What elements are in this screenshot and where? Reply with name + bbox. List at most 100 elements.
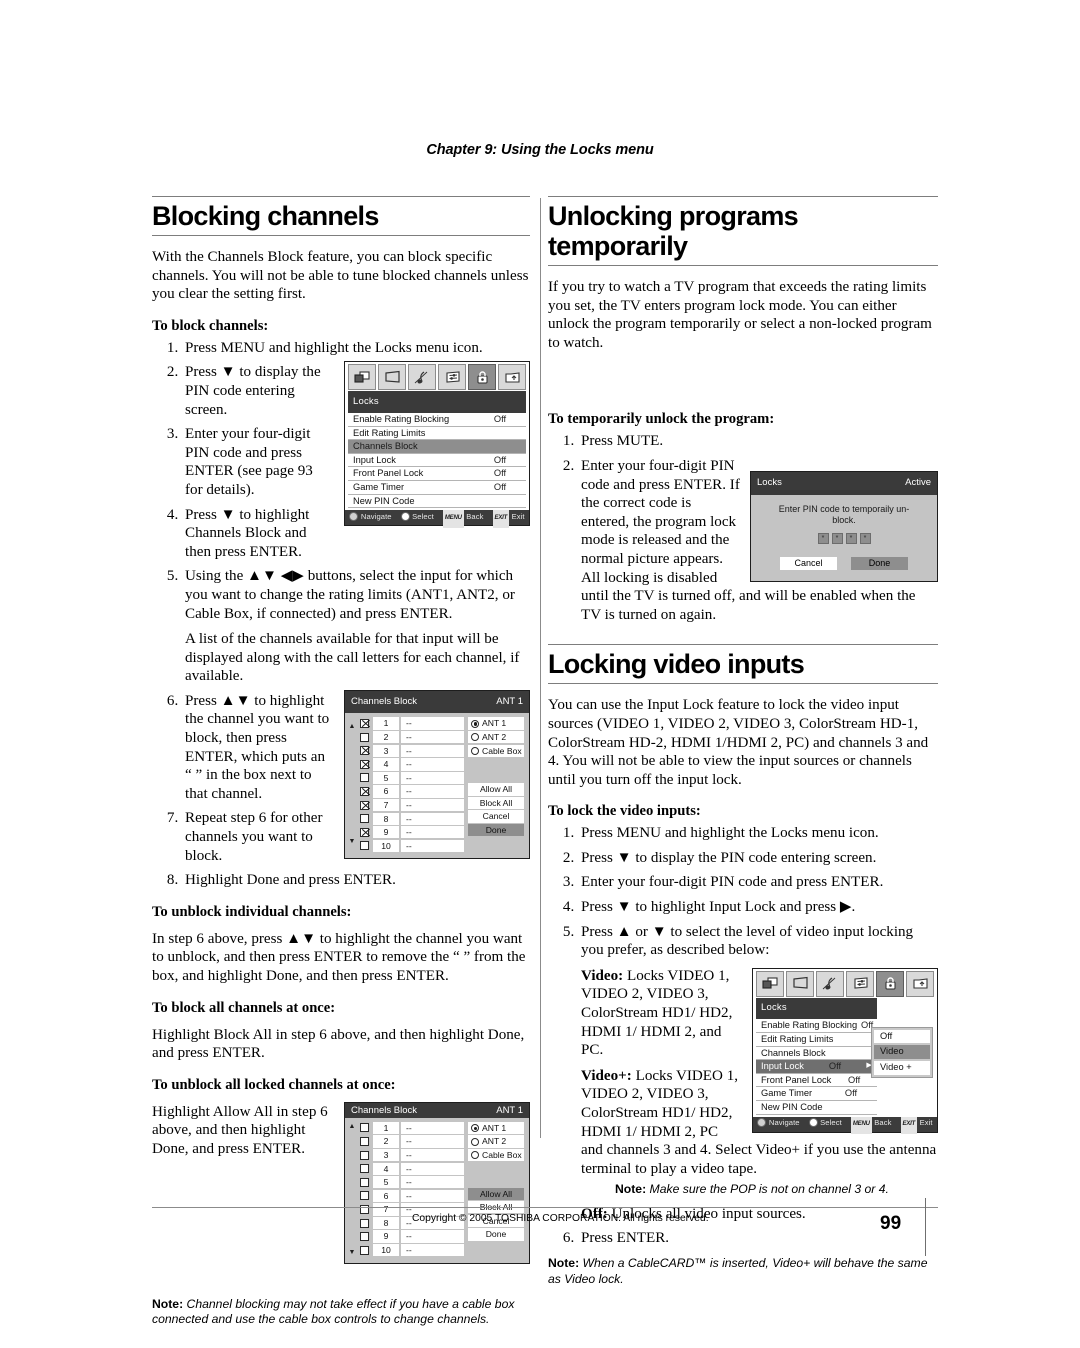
channel-call: -- [401,771,464,785]
table-row[interactable]: 6 -- [360,785,464,798]
table-row[interactable]: New PIN Code [756,1101,878,1115]
osd-icon-bar [345,362,529,392]
audio-icon[interactable] [816,970,844,997]
list-item: Using the ▲▼ ◀▶ buttons, select the inpu… [182,567,530,686]
checkbox-unblocked[interactable] [360,1191,369,1201]
checkbox-blocked[interactable] [360,746,369,756]
checkbox-unblocked[interactable] [360,1232,369,1242]
checkbox-blocked[interactable] [360,827,369,837]
table-row[interactable]: 2 -- [360,1135,464,1148]
table-row[interactable]: 1 -- [360,1121,464,1135]
checkbox-blocked[interactable] [360,787,369,797]
checkbox-unblocked[interactable] [360,1123,369,1133]
table-row[interactable]: New PIN Code [348,494,526,509]
channel-number: 9 [373,1230,399,1243]
checkbox-unblocked[interactable] [360,814,369,824]
screen-icon[interactable] [378,364,406,391]
checkbox-blocked[interactable] [360,759,369,769]
table-row[interactable]: 3 -- [360,744,464,758]
figure-channels-block-blocked: Channels Block ANT 1 ▲ ▼ 1-- 2-- 3- [344,689,530,860]
submenu-option-video-plus[interactable]: Video + [874,1061,930,1075]
channel-number: 2 [373,1135,399,1148]
picture-icon[interactable] [756,970,784,997]
cancel-button[interactable]: Cancel [468,810,524,823]
settings-icon[interactable] [438,364,466,391]
checkbox-unblocked[interactable] [360,732,369,742]
allow-all-button[interactable]: Allow All [468,783,524,796]
checkbox-blocked[interactable] [360,800,369,810]
submenu-option-off[interactable]: Off [874,1029,930,1044]
table-row[interactable]: 7 -- [360,798,464,812]
table-row[interactable]: 5 -- [360,771,464,785]
radio-ant2[interactable]: ANT 2 [468,731,524,744]
table-row[interactable]: 1 -- [360,717,464,730]
pin-digit[interactable]: * [817,532,829,544]
cb-side-panel: ANT 1 ANT 2 Cable Box Allow All Block Al… [468,1121,524,1258]
table-row[interactable]: 10 -- [360,839,464,853]
radio-ant2[interactable]: ANT 2 [468,1135,524,1148]
checkbox-unblocked[interactable] [360,1137,369,1147]
table-row[interactable]: 4 -- [360,758,464,771]
radio-ant1[interactable]: ANT 1 [468,717,524,730]
settings-icon[interactable] [846,970,874,997]
submenu-option-video[interactable]: Video [874,1045,930,1060]
done-button[interactable]: Done [468,1228,524,1241]
picture-icon[interactable] [348,364,376,391]
allow-all-button[interactable]: Allow All [468,1187,524,1200]
scroll-up-icon[interactable]: ▲ [349,718,356,737]
table-row[interactable]: 6 -- [360,1189,464,1203]
table-row[interactable]: 9 -- [360,826,464,839]
page-number: 99 [880,1213,902,1234]
scroll-down-icon[interactable]: ▼ [349,833,356,852]
radio-cable-box[interactable]: Cable Box [468,744,524,758]
setup-icon[interactable] [906,970,934,997]
block-all-button[interactable]: Block All [468,796,524,810]
table-row[interactable]: 2 -- [360,731,464,744]
checkbox-unblocked[interactable] [360,773,369,783]
radio-label: ANT 2 [482,732,507,743]
done-button[interactable]: Done [468,823,524,837]
table-row[interactable]: 8 -- [360,812,464,825]
pin-digit[interactable]: * [859,532,871,544]
radio-icon [471,1137,479,1146]
checkbox-unblocked[interactable] [360,1177,369,1187]
table-row[interactable]: 9 -- [360,1230,464,1243]
pin-digit[interactable]: * [831,532,843,544]
channel-number: 3 [373,744,399,758]
checkbox-unblocked[interactable] [360,1245,369,1255]
scrollbar[interactable]: ▲ ▼ [348,1122,356,1258]
setup-icon[interactable] [498,364,526,391]
table-row[interactable]: 3 -- [360,1148,464,1162]
radio-cable-box[interactable]: Cable Box [468,1148,524,1162]
scroll-down-icon[interactable]: ▼ [349,1249,356,1256]
step5-note: A list of the channels available for tha… [185,631,520,685]
channel-number: 5 [373,771,399,785]
checkbox-blocked[interactable] [360,719,369,729]
checkbox-unblocked[interactable] [360,1218,369,1228]
pin-digit[interactable]: * [845,532,857,544]
channel-call: -- [401,744,464,758]
nav-navigate: Navigate [757,1114,800,1134]
subheading-lock-video-inputs: To lock the video inputs: [548,803,701,820]
scrollbar[interactable]: ▲ ▼ [348,717,356,853]
locks-icon[interactable] [468,364,496,391]
scroll-up-icon[interactable]: ▲ [349,1123,356,1130]
screen-icon[interactable] [786,970,814,997]
checkbox-unblocked[interactable] [360,841,369,851]
nav-exit: EXIT Exit [492,508,525,528]
radio-label: ANT 1 [482,718,507,729]
checkbox-unblocked[interactable] [360,1150,369,1160]
right-column: Unlocking programs temporarily If you tr… [548,196,938,1287]
radio-ant1[interactable]: ANT 1 [468,1121,524,1135]
done-button[interactable]: Done [851,556,908,570]
pin-code-input[interactable]: * * * * [751,532,937,544]
table-row[interactable]: 5 -- [360,1176,464,1189]
audio-icon[interactable] [408,364,436,391]
table-row[interactable]: 10 -- [360,1243,464,1257]
cancel-button[interactable]: Cancel [780,556,837,570]
locks-icon[interactable] [876,970,904,997]
checkbox-unblocked[interactable] [360,1164,369,1174]
channel-number: 10 [373,1243,399,1257]
table-row[interactable]: 4 -- [360,1162,464,1175]
